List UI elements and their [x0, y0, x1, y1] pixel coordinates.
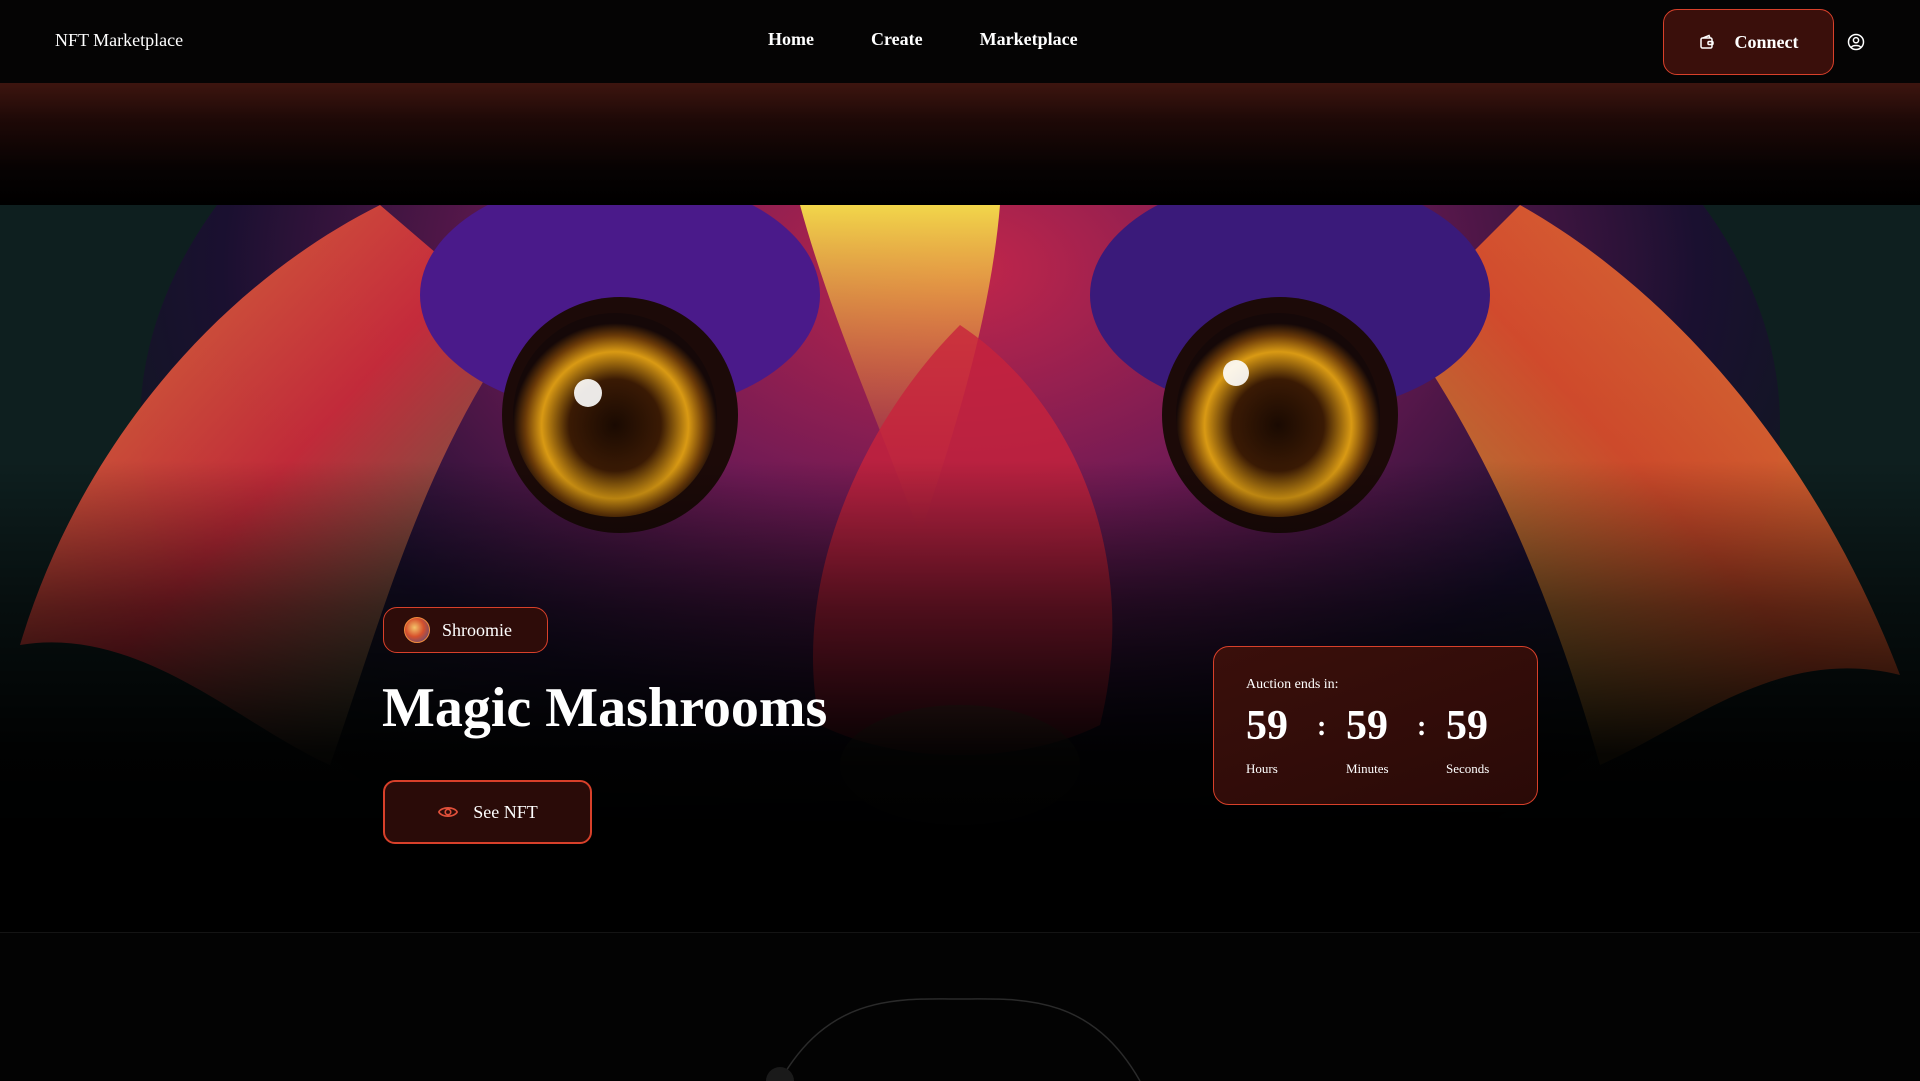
see-nft-button[interactable]: See NFT [383, 780, 592, 844]
nav-links: Home Create Marketplace [768, 29, 1078, 50]
timer-separator: : [1317, 711, 1327, 742]
connect-label: Connect [1734, 31, 1799, 52]
see-nft-label: See NFT [473, 801, 538, 822]
timer-minutes-label: Minutes [1346, 761, 1389, 776]
eye-icon [438, 807, 459, 817]
timer-hours: 59 Hours [1246, 705, 1288, 777]
timer-seconds-label: Seconds [1446, 761, 1490, 776]
brand-logo[interactable]: NFT Marketplace [55, 30, 183, 51]
hero-fade-overlay [0, 205, 1920, 935]
auction-countdown: Auction ends in: 59 Hours : 59 Minutes :… [1213, 646, 1538, 805]
timer-hours-value: 59 [1246, 703, 1288, 749]
creator-avatar [404, 617, 430, 643]
nav-link-create[interactable]: Create [871, 29, 923, 50]
timer-separator: : [1417, 711, 1427, 742]
timer-seconds: 59 Seconds [1446, 705, 1489, 777]
user-circle-icon[interactable] [1847, 33, 1865, 51]
timer-seconds-value: 59 [1446, 703, 1488, 749]
connect-button[interactable]: Connect [1663, 9, 1834, 75]
nav-link-home[interactable]: Home [768, 29, 814, 50]
creator-chip[interactable]: Shroomie [383, 607, 548, 653]
timer-hours-label: Hours [1246, 761, 1278, 776]
header-glow [0, 83, 1920, 205]
nav-link-marketplace[interactable]: Marketplace [980, 29, 1078, 50]
creator-name: Shroomie [442, 619, 512, 640]
wallet-icon [1699, 34, 1714, 49]
auction-label: Auction ends in: [1246, 677, 1339, 692]
timer-minutes: 59 Minutes [1346, 705, 1389, 777]
decorative-arc [766, 998, 1141, 1081]
top-nav: NFT Marketplace Home Create Marketplace … [0, 0, 1920, 83]
hero-banner [0, 205, 1920, 935]
nft-title: Magic Mashrooms [382, 677, 828, 739]
next-section [0, 932, 1920, 1081]
timer-minutes-value: 59 [1346, 703, 1388, 749]
